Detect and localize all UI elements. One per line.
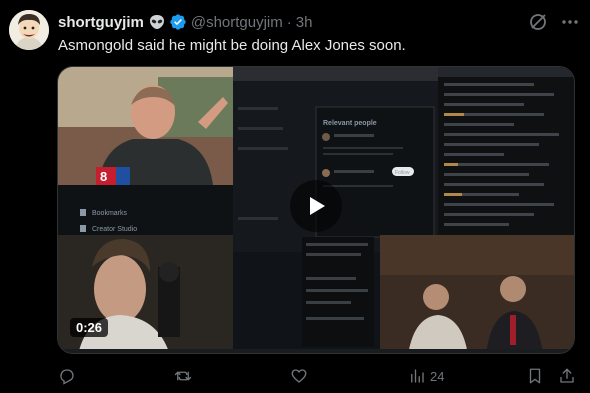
repost-button[interactable]	[174, 366, 192, 386]
heart-icon	[291, 369, 307, 383]
user-handle[interactable]: @shortguyjim	[191, 14, 283, 31]
separator-dot: ·	[286, 13, 292, 31]
play-button[interactable]	[290, 180, 342, 232]
repost-icon	[174, 371, 192, 381]
share-icon	[560, 368, 574, 383]
grok-icon[interactable]	[528, 12, 548, 32]
nav-creator-studio: Creator Studio	[92, 226, 137, 233]
reply-icon	[60, 369, 74, 385]
bookmark-button[interactable]	[526, 366, 544, 386]
reply-button[interactable]	[58, 366, 76, 386]
video-duration: 0:26	[70, 318, 109, 337]
share-button[interactable]	[558, 366, 576, 386]
play-icon	[310, 197, 325, 215]
more-options-icon[interactable]	[560, 12, 580, 32]
video-player[interactable]: Relevant people Follow 8 Bookmarks Creat…	[57, 66, 575, 354]
views-button[interactable]: 24	[408, 366, 444, 386]
avatar[interactable]	[9, 10, 49, 50]
display-name[interactable]: shortguyjim	[58, 14, 144, 31]
like-button[interactable]	[290, 366, 308, 386]
follow-button-label: Follow	[395, 170, 410, 176]
views-chart-icon	[411, 369, 424, 383]
verified-badge-icon	[169, 13, 187, 31]
post[interactable]: shortguyjim @shortguyjim · 3h Asmongold …	[0, 0, 590, 393]
relevant-people-title: Relevant people	[323, 120, 377, 127]
bookmark-icon	[529, 368, 541, 384]
views-count: 24	[430, 368, 445, 384]
post-text: Asmongold said he might be doing Alex Jo…	[58, 37, 406, 54]
timestamp[interactable]: 3h	[296, 14, 313, 31]
alien-icon	[148, 13, 166, 31]
channel-number-label: 8	[100, 169, 107, 184]
nav-bookmarks: Bookmarks	[92, 210, 128, 217]
post-header: shortguyjim @shortguyjim · 3h	[58, 12, 312, 32]
post-actions: 24	[0, 366, 590, 386]
